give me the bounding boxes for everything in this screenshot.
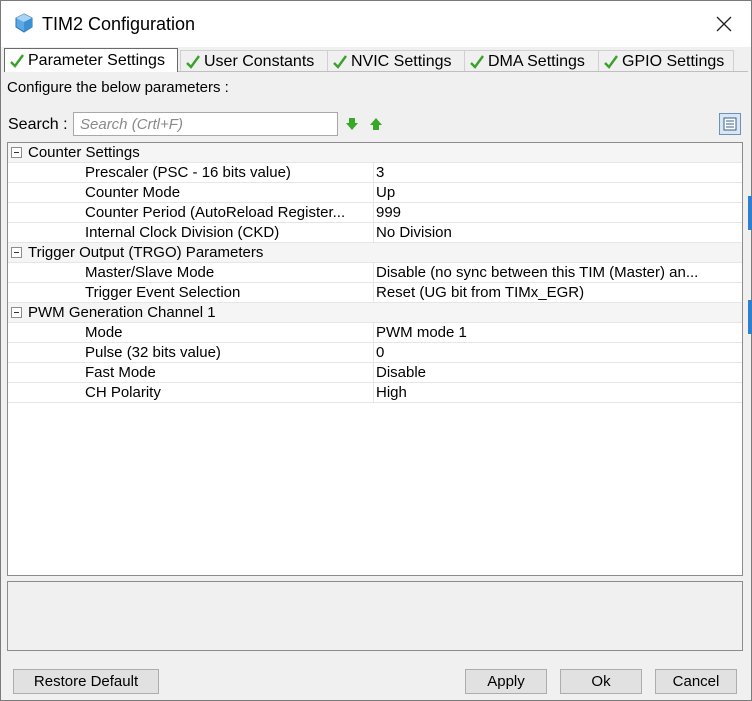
configure-description: Configure the below parameters : xyxy=(7,79,229,96)
collapse-icon[interactable] xyxy=(11,147,22,158)
collapse-icon[interactable] xyxy=(11,307,22,318)
param-value[interactable]: Disable (no sync between this TIM (Maste… xyxy=(376,264,736,281)
group-pwm-channel-1: PWM Generation Channel 1 xyxy=(8,303,742,323)
check-icon xyxy=(470,54,484,69)
collapse-icon[interactable] xyxy=(11,247,22,258)
background-window-edge xyxy=(748,196,752,230)
param-name: Counter Mode xyxy=(85,184,181,201)
param-value[interactable]: Disable xyxy=(376,364,736,381)
restore-default-button[interactable]: Restore Default xyxy=(13,669,159,694)
column-divider xyxy=(373,223,374,242)
param-row-clock-division: Internal Clock Division (CKD) No Divisio… xyxy=(8,223,742,243)
title-bar[interactable]: TIM2 Configuration xyxy=(1,1,751,47)
column-divider xyxy=(373,163,374,182)
param-row-prescaler: Prescaler (PSC - 16 bits value) 3 xyxy=(8,163,742,183)
param-name: Fast Mode xyxy=(85,364,156,381)
column-divider xyxy=(373,343,374,362)
list-view-button[interactable] xyxy=(719,113,741,135)
column-divider xyxy=(373,363,374,382)
group-trigger-output: Trigger Output (TRGO) Parameters xyxy=(8,243,742,263)
param-value[interactable]: Reset (UG bit from TIMx_EGR) xyxy=(376,284,736,301)
group-counter-settings: Counter Settings xyxy=(8,143,742,163)
param-name: Trigger Event Selection xyxy=(85,284,241,301)
param-value[interactable]: 0 xyxy=(376,344,736,361)
list-view-icon xyxy=(723,117,737,131)
param-name: Master/Slave Mode xyxy=(85,264,215,281)
close-button[interactable] xyxy=(701,5,747,43)
group-name: Trigger Output (TRGO) Parameters xyxy=(28,244,264,261)
cancel-button[interactable]: Cancel xyxy=(655,669,737,694)
check-icon xyxy=(186,54,200,69)
check-icon xyxy=(333,54,347,69)
param-value[interactable]: 3 xyxy=(376,164,736,181)
column-divider xyxy=(373,323,374,342)
column-divider xyxy=(373,263,374,282)
param-row-trigger-event: Trigger Event Selection Reset (UG bit fr… xyxy=(8,283,742,303)
ok-button[interactable]: Ok xyxy=(560,669,642,694)
tab-label: User Constants xyxy=(204,52,315,70)
param-value[interactable]: No Division xyxy=(376,224,736,241)
param-name: Prescaler (PSC - 16 bits value) xyxy=(85,164,291,181)
column-divider xyxy=(373,203,374,222)
column-divider xyxy=(373,283,374,302)
parameter-description-box xyxy=(7,581,743,651)
tab-nvic-settings[interactable]: NVIC Settings xyxy=(327,50,465,72)
group-name: PWM Generation Channel 1 xyxy=(28,304,216,321)
param-row-counter-mode: Counter Mode Up xyxy=(8,183,742,203)
check-icon xyxy=(604,54,618,69)
param-row-counter-period: Counter Period (AutoReload Register... 9… xyxy=(8,203,742,223)
param-row-master-slave-mode: Master/Slave Mode Disable (no sync betwe… xyxy=(8,263,742,283)
close-icon xyxy=(716,16,732,32)
param-value[interactable]: Up xyxy=(376,184,736,201)
param-value[interactable]: 999 xyxy=(376,204,736,221)
param-row-fast-mode: Fast Mode Disable xyxy=(8,363,742,383)
parameter-grid: Counter Settings Prescaler (PSC - 16 bit… xyxy=(7,142,743,576)
apply-button[interactable]: Apply xyxy=(465,669,547,694)
param-name: Mode xyxy=(85,324,123,341)
tab-parameter-settings[interactable]: Parameter Settings xyxy=(4,48,178,72)
column-divider xyxy=(373,383,374,402)
param-row-ch-polarity: CH Polarity High xyxy=(8,383,742,403)
param-name: Internal Clock Division (CKD) xyxy=(85,224,280,241)
group-name: Counter Settings xyxy=(28,144,140,161)
window-title: TIM2 Configuration xyxy=(42,14,196,34)
tab-user-constants[interactable]: User Constants xyxy=(180,50,328,72)
tab-dma-settings[interactable]: DMA Settings xyxy=(464,50,599,72)
param-name: Counter Period (AutoReload Register... xyxy=(85,204,346,221)
arrow-up-icon[interactable] xyxy=(369,117,383,131)
tab-label: NVIC Settings xyxy=(351,52,452,70)
column-divider xyxy=(373,183,374,202)
tab-gpio-settings[interactable]: GPIO Settings xyxy=(598,50,734,72)
tab-label: GPIO Settings xyxy=(622,52,725,70)
param-row-mode: Mode PWM mode 1 xyxy=(8,323,742,343)
background-window-edge xyxy=(748,300,752,334)
search-input[interactable] xyxy=(73,112,338,136)
arrow-down-icon[interactable] xyxy=(345,117,359,131)
tab-strip: Parameter Settings User Constants NVIC S… xyxy=(4,48,750,72)
search-label: Search : xyxy=(8,116,68,133)
param-value[interactable]: PWM mode 1 xyxy=(376,324,736,341)
tim2-configuration-dialog: TIM2 Configuration Parameter Settings Us… xyxy=(0,0,752,701)
check-icon xyxy=(10,53,24,68)
param-name: CH Polarity xyxy=(85,384,161,401)
param-value[interactable]: High xyxy=(376,384,736,401)
tab-label: DMA Settings xyxy=(488,52,585,70)
cube-app-icon xyxy=(15,13,33,33)
param-row-pulse: Pulse (32 bits value) 0 xyxy=(8,343,742,363)
tab-label: Parameter Settings xyxy=(28,51,165,69)
param-name: Pulse (32 bits value) xyxy=(85,344,221,361)
